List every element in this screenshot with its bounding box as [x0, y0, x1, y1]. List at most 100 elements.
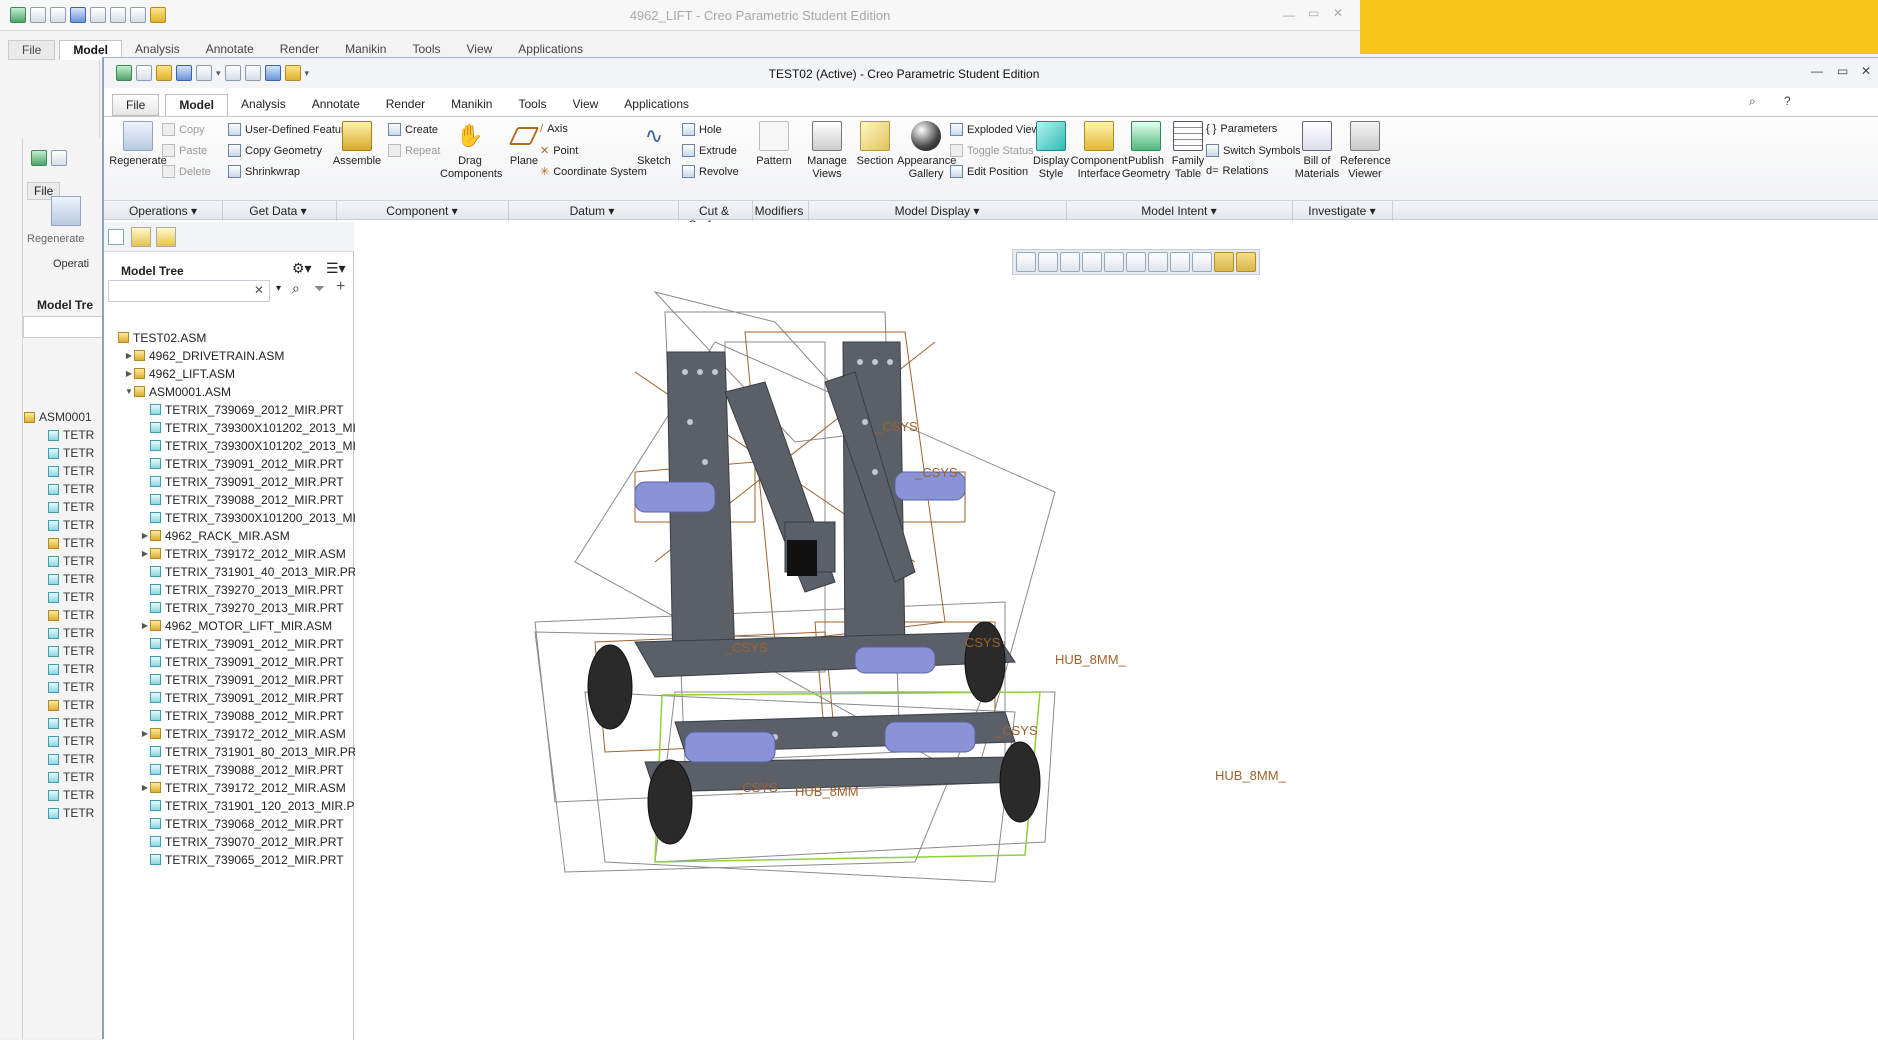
folder-icon[interactable]: [150, 7, 166, 23]
publish-geometry-button[interactable]: Publish Geometry: [1120, 121, 1172, 181]
tree-row[interactable]: ▶ 4962_RACK_MIR.ASM: [140, 528, 290, 543]
tree-row[interactable]: ▶ 4962_LIFT.ASM: [124, 366, 235, 381]
plane-button[interactable]: Plane: [506, 121, 542, 168]
tree-row[interactable]: TETRIX_739270_2013_MIR.PRT: [140, 582, 344, 597]
repeat-button[interactable]: Repeat: [388, 144, 440, 157]
group-component[interactable]: Component ▾: [336, 204, 508, 218]
tab-annotate[interactable]: Annotate: [299, 94, 373, 116]
redo-icon[interactable]: [110, 7, 126, 23]
tree-row[interactable]: TETR: [48, 624, 102, 642]
relations-button[interactable]: d= Relations: [1206, 165, 1268, 177]
family-table-button[interactable]: Family Table: [1166, 121, 1210, 181]
shrinkwrap-button[interactable]: Shrinkwrap: [228, 165, 300, 178]
open-icon[interactable]: [50, 7, 66, 23]
collapse-icon[interactable]: ▼: [124, 387, 134, 396]
tree-row[interactable]: TETR: [48, 588, 102, 606]
tree-row[interactable]: TETRIX_739091_2012_MIR.PRT: [140, 654, 344, 669]
chevron-down-icon[interactable]: ▾: [276, 283, 281, 294]
show-icon[interactable]: ☰▾: [326, 260, 346, 277]
find-icon[interactable]: ⌕: [292, 280, 300, 297]
graphics-viewport[interactable]: _CSYS _CSYS CSYS _CSYS HUB_8MM_ HUB_8MM_…: [355, 222, 1878, 1040]
tree-row[interactable]: ▶ 4962_DRIVETRAIN.ASM: [124, 348, 284, 363]
tab-model[interactable]: Model: [165, 94, 229, 116]
parameters-button[interactable]: { } Parameters: [1206, 123, 1277, 135]
group-operations[interactable]: Operations ▾: [108, 204, 218, 218]
create-button[interactable]: Create: [388, 123, 438, 136]
tree-row[interactable]: TETR: [48, 606, 102, 624]
tree-row[interactable]: TETRIX_739091_2012_MIR.PRT: [140, 474, 344, 489]
group-model-display[interactable]: Model Display ▾: [808, 204, 1066, 218]
manage-views-button[interactable]: Manage Views: [804, 121, 850, 181]
copy-geometry-button[interactable]: Copy Geometry: [228, 144, 322, 157]
tree-row[interactable]: TETRIX_739270_2013_MIR.PRT: [140, 600, 344, 615]
group-model-intent[interactable]: Model Intent ▾: [1066, 204, 1292, 218]
tree-row[interactable]: TETR: [48, 696, 102, 714]
delete-button[interactable]: Delete: [162, 165, 211, 178]
save-icon[interactable]: [70, 7, 86, 23]
tree-row[interactable]: TETRIX_739091_2012_MIR.PRT: [140, 636, 344, 651]
filter-icon[interactable]: ⏷: [314, 280, 325, 297]
tree-row[interactable]: TETRIX_739068_2012_MIR.PRT: [140, 816, 344, 831]
tree-row[interactable]: TETR: [48, 516, 102, 534]
exploded-view-button[interactable]: Exploded View: [950, 123, 1040, 136]
tree-row[interactable]: ▶ TETRIX_739172_2012_MIR.ASM: [140, 780, 346, 795]
help-icon[interactable]: ?: [1784, 94, 1791, 108]
bill-of-materials-button[interactable]: Bill of Materials: [1294, 121, 1340, 181]
tree-row[interactable]: ▶ TETRIX_739172_2012_MIR.ASM: [140, 726, 346, 741]
add-icon[interactable]: +: [336, 278, 345, 296]
tree-row[interactable]: TETR: [48, 426, 102, 444]
new-icon[interactable]: [51, 150, 67, 166]
maximize-icon[interactable]: ▭: [1837, 64, 1848, 78]
assemble-button[interactable]: Assemble: [332, 121, 382, 168]
tree-row[interactable]: TETRIX_739300X101200_2013_MIR.PRT: [140, 510, 392, 525]
tree-row[interactable]: TETRIX_739091_2012_MIR.PRT: [140, 690, 344, 705]
extrude-button[interactable]: Extrude: [682, 144, 737, 157]
expand-icon[interactable]: ▶: [140, 531, 150, 540]
display-style-button[interactable]: Display Style: [1029, 121, 1073, 181]
expand-icon[interactable]: ▶: [140, 621, 150, 630]
third-window-search-input[interactable]: [23, 316, 103, 338]
tree-row[interactable]: TETRIX_731901_40_2013_MIR.PRT: [140, 564, 364, 579]
tab-analysis[interactable]: Analysis: [228, 94, 299, 116]
tab-view[interactable]: View: [559, 94, 611, 116]
tree-row[interactable]: TETR: [48, 678, 102, 696]
tree-row[interactable]: TETRIX_739088_2012_MIR.PRT: [140, 492, 344, 507]
search-input[interactable]: [108, 280, 270, 302]
switch-symbols-button[interactable]: Switch Symbols: [1206, 144, 1301, 157]
minimize-icon[interactable]: —: [1283, 8, 1295, 22]
close-icon[interactable]: ✕: [1333, 6, 1343, 20]
regenerate-icon[interactable]: [130, 7, 146, 23]
tree-row[interactable]: TETR: [48, 480, 102, 498]
tree-row[interactable]: ▼ ASM0001.ASM: [124, 384, 231, 399]
tree-row[interactable]: TETR: [48, 660, 102, 678]
reference-viewer-button[interactable]: Reference Viewer: [1340, 121, 1391, 181]
tree-row[interactable]: TETRIX_739070_2012_MIR.PRT: [140, 834, 344, 849]
close-icon[interactable]: ✕: [1861, 64, 1871, 78]
hole-button[interactable]: Hole: [682, 123, 722, 136]
copy-button[interactable]: Copy: [162, 123, 205, 136]
tree-row[interactable]: ▶ TETRIX_739172_2012_MIR.ASM: [140, 546, 346, 561]
minimize-icon[interactable]: —: [1811, 64, 1823, 78]
tree-row[interactable]: TETRIX_739300X101202_2013_MIR.PRT: [140, 438, 392, 453]
tree-row[interactable]: TETRIX_739088_2012_MIR.PRT: [140, 762, 344, 777]
tab-manikin[interactable]: Manikin: [438, 94, 505, 116]
expand-icon[interactable]: ▶: [124, 369, 134, 378]
tree-row[interactable]: TETR: [48, 768, 102, 786]
expand-icon[interactable]: ▶: [140, 783, 150, 792]
edit-position-button[interactable]: Edit Position: [950, 165, 1028, 178]
tree-row[interactable]: TETR: [48, 732, 102, 750]
tree-row[interactable]: TETR: [48, 444, 102, 462]
coordinate-system-button[interactable]: ✳ Coordinate System: [540, 165, 647, 179]
new-icon[interactable]: [30, 7, 46, 23]
favorites-tab-icon[interactable]: [156, 227, 176, 247]
drag-components-button[interactable]: ✋ Drag Components: [440, 121, 502, 181]
tree-row[interactable]: TETRIX_739091_2012_MIR.PRT: [140, 456, 344, 471]
sketch-button[interactable]: ∿ Sketch: [634, 121, 674, 168]
tree-row[interactable]: TETRIX_739300X101202_2013_MIR.PRT: [140, 420, 392, 435]
tree-row[interactable]: TETRIX_739091_2012_MIR.PRT: [140, 672, 344, 687]
paste-button[interactable]: Paste: [162, 144, 207, 157]
group-get-data[interactable]: Get Data ▾: [222, 204, 334, 218]
tree-row[interactable]: TETR: [48, 786, 102, 804]
background-tab-file[interactable]: File: [8, 40, 56, 60]
point-button[interactable]: ✕ Point: [540, 144, 578, 158]
